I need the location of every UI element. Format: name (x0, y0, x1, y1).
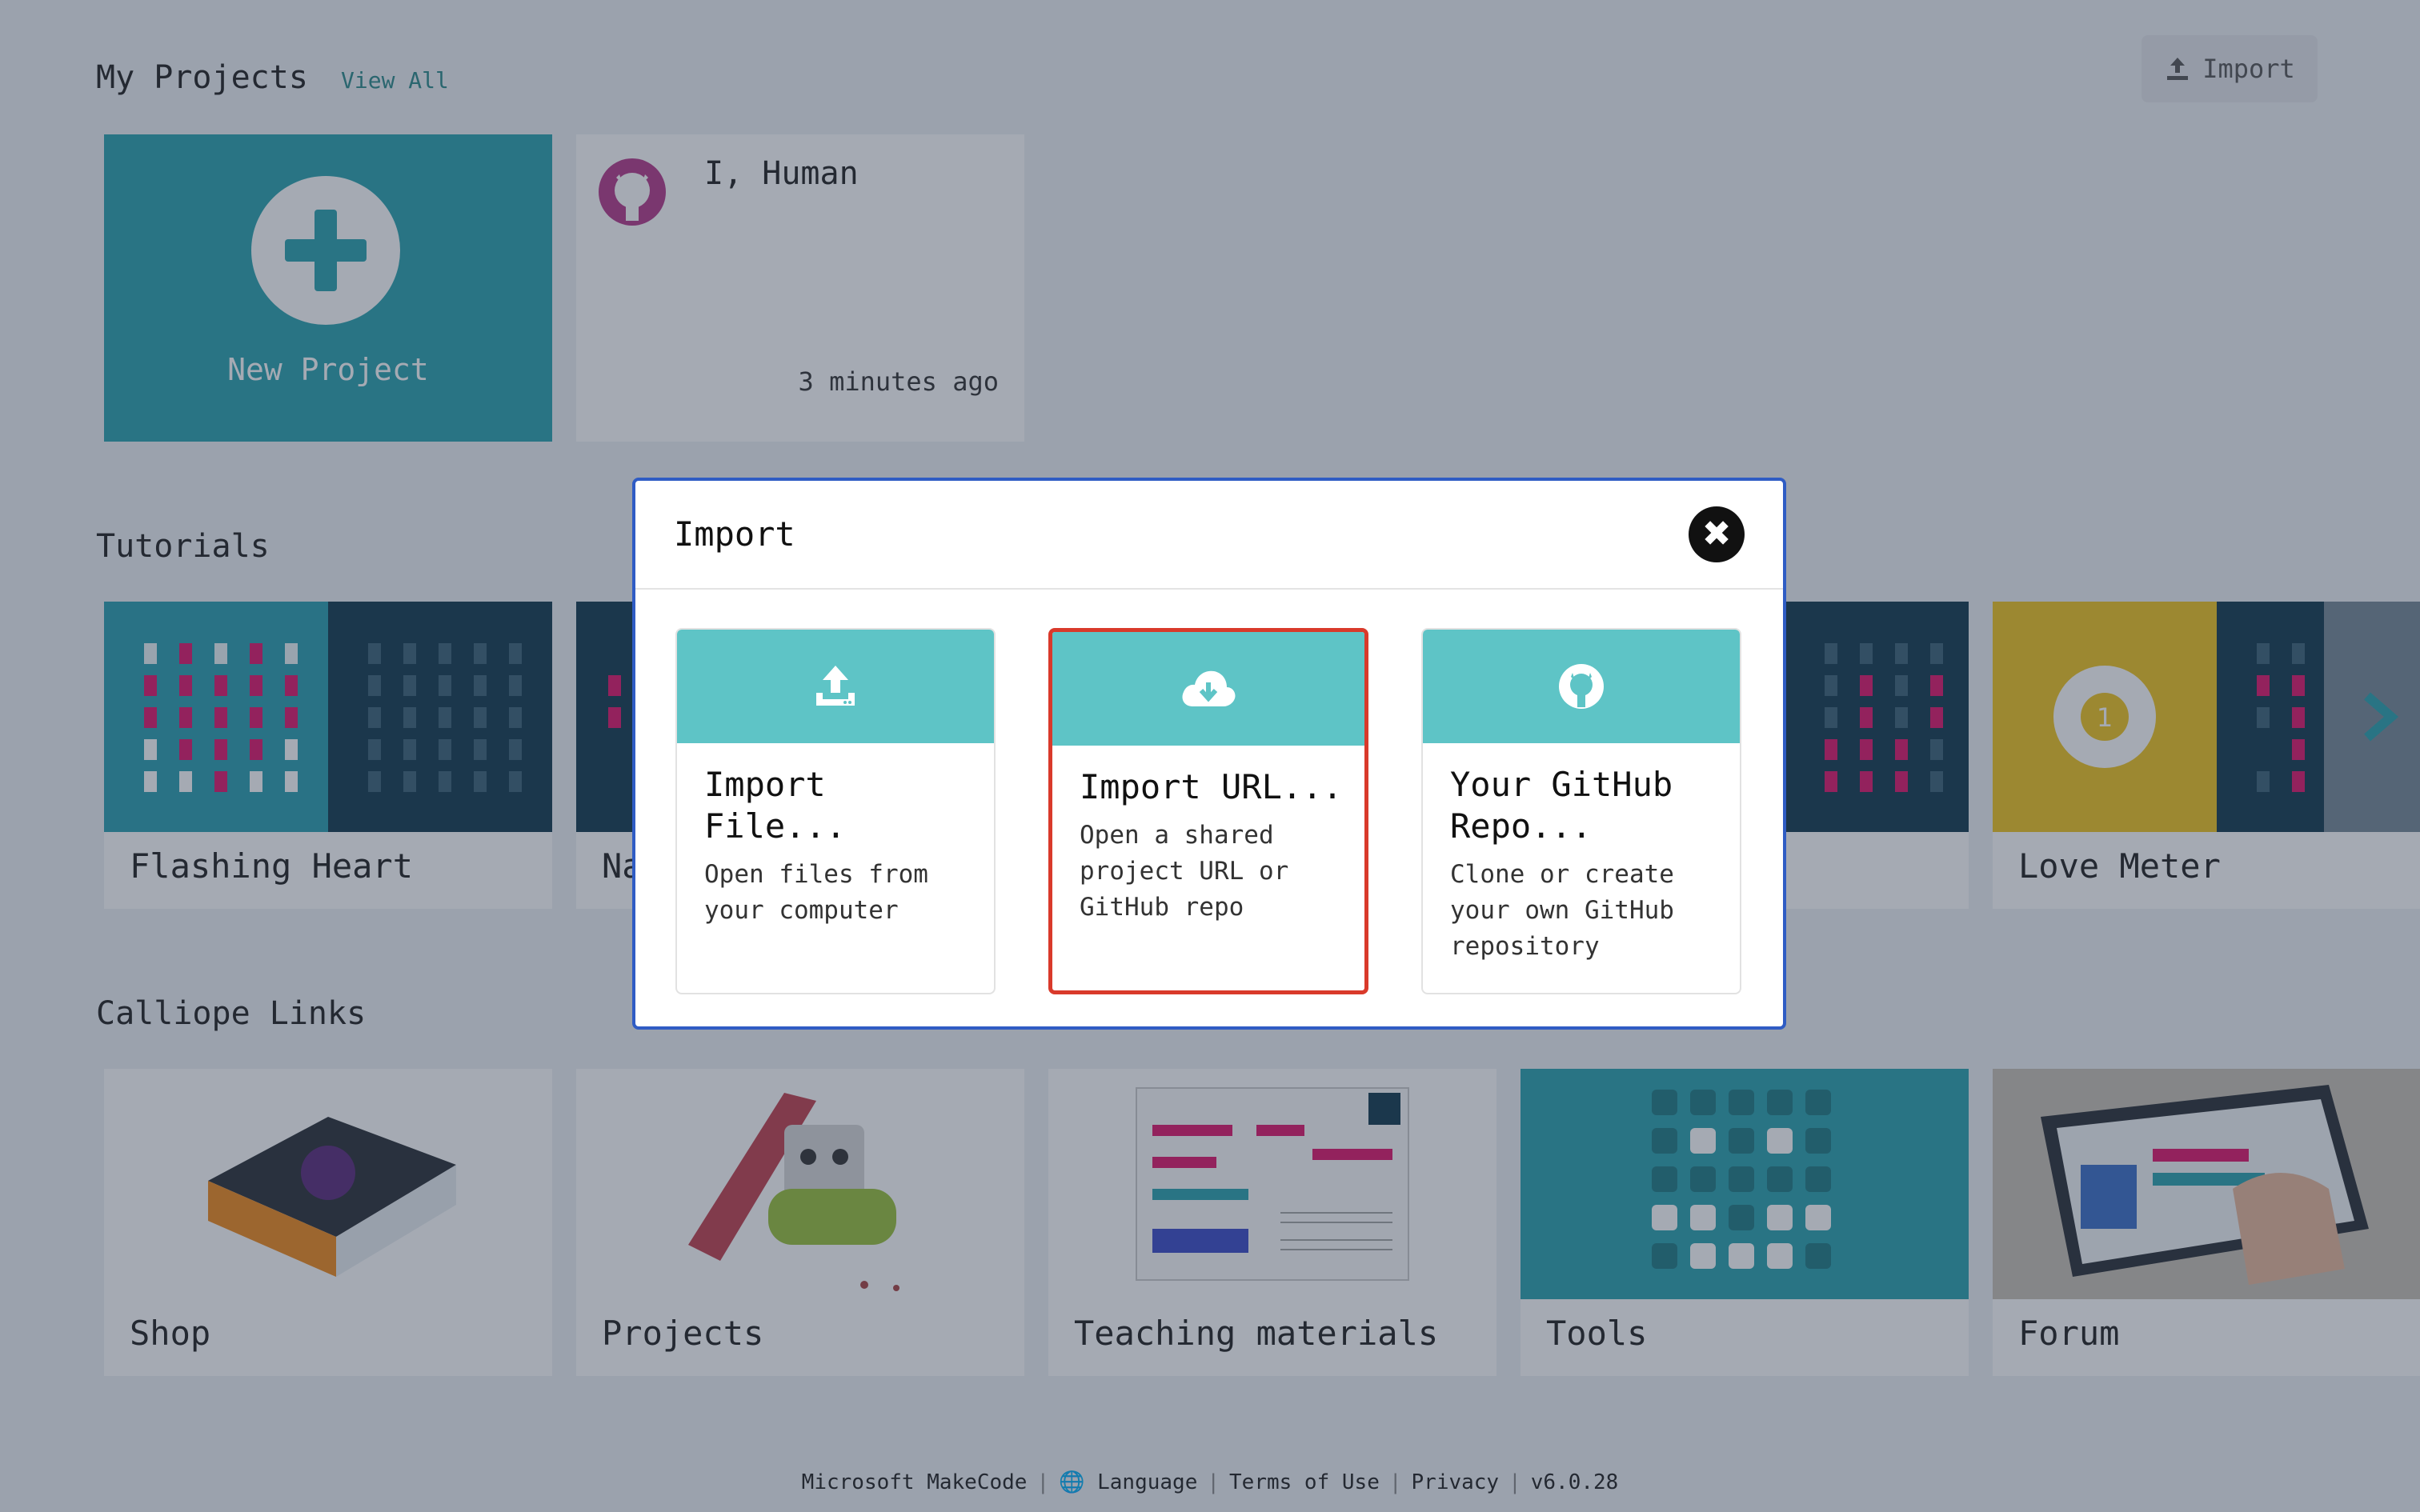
github-repo-option[interactable]: Your GitHub Repo... Clone or create your… (1421, 628, 1741, 994)
upload-icon (816, 666, 855, 706)
option-description: Open a shared project URL or GitHub repo (1080, 821, 1289, 922)
github-icon (1559, 664, 1604, 709)
import-url-option[interactable]: Import URL... Open a shared project URL … (1048, 628, 1368, 994)
import-file-option[interactable]: Import File... Open files from your comp… (675, 628, 996, 994)
option-title: Import URL... (1080, 767, 1343, 806)
option-title: Your GitHub Repo... (1450, 765, 1673, 846)
option-description: Clone or create your own GitHub reposito… (1450, 860, 1674, 961)
option-header (677, 630, 994, 743)
close-icon[interactable]: ✖ (1689, 506, 1745, 562)
cloud-download-icon (1182, 670, 1236, 706)
option-header (1052, 632, 1364, 746)
option-title: Import File... (704, 765, 847, 846)
option-header (1423, 630, 1740, 743)
option-description: Open files from your computer (704, 860, 928, 925)
import-modal: Import ✖ Import File... Open files from … (632, 478, 1786, 1030)
modal-title: Import (674, 514, 795, 554)
modal-header: Import ✖ (635, 481, 1783, 590)
